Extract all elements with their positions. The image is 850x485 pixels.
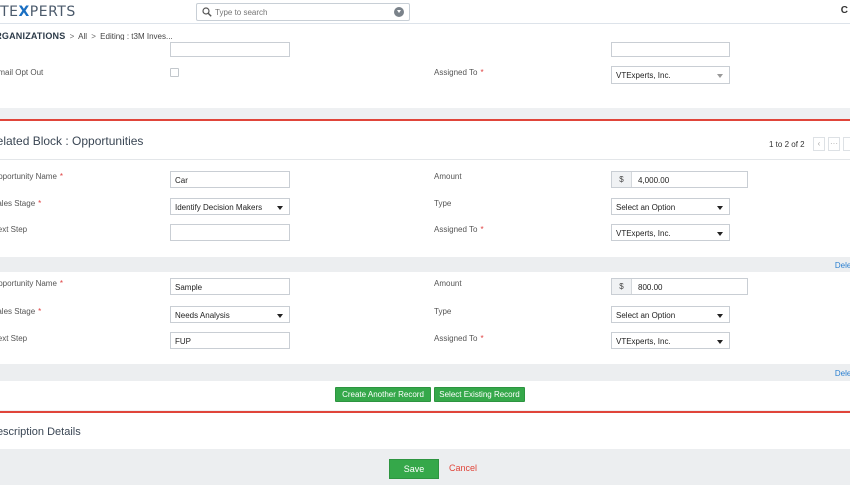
next-step-label: Next Step: [0, 334, 28, 343]
assigned-to-select[interactable]: VTExperts, Inc.: [611, 66, 730, 84]
description-title: Description Details: [0, 426, 81, 438]
top-navigation-bar: VTEXPERTS C: [0, 0, 850, 24]
partial-text-field-left[interactable]: [170, 42, 290, 57]
pagination-prev-button[interactable]: ‹: [813, 137, 825, 151]
assigned-to-select[interactable]: VTExperts, Inc.: [611, 224, 730, 241]
pagination-info: 1 to 2 of 2: [769, 140, 805, 149]
chevron-down-icon: [717, 206, 723, 210]
next-step-input[interactable]: FUP: [170, 332, 290, 349]
related-block-header: Related Block : Opportunities 1 to 2 of …: [0, 121, 850, 159]
chevron-down-icon: [717, 232, 723, 236]
related-block-title: Related Block : Opportunities: [0, 134, 144, 148]
chevron-down-icon: [717, 340, 723, 344]
delete-record-link[interactable]: Delete: [835, 261, 850, 270]
opportunity-name-label: Opportunity Name*: [0, 172, 64, 181]
type-label: Type: [434, 199, 452, 208]
search-options-dropdown-icon[interactable]: [394, 7, 404, 17]
type-select[interactable]: Select an Option: [611, 306, 730, 323]
opportunity-name-label: Opportunity Name*: [0, 279, 64, 288]
save-button[interactable]: Save: [389, 459, 439, 479]
sales-stage-label: Sales Stage*: [0, 199, 42, 208]
sales-stage-label: Sales Stage*: [0, 307, 42, 316]
opportunity-record-2: Opportunity Name* Sample Amount $ 800.00…: [0, 272, 850, 364]
sales-stage-select[interactable]: Needs Analysis: [170, 306, 290, 323]
organization-details-section: Email Opt Out Assigned To* VTExperts, In…: [0, 40, 850, 108]
pagination-next-button[interactable]: [843, 137, 850, 151]
select-existing-record-button[interactable]: Select Existing Record: [434, 387, 525, 402]
delete-record-link[interactable]: Delete: [835, 369, 850, 378]
cancel-link[interactable]: Cancel: [449, 463, 477, 473]
next-step-input[interactable]: [170, 224, 290, 241]
next-step-label: Next Step: [0, 225, 28, 234]
pagination-more-button[interactable]: ···: [828, 137, 840, 151]
chevron-down-icon: [717, 314, 723, 318]
opportunity-name-input[interactable]: Sample: [170, 278, 290, 295]
amount-value: 4,000.00: [638, 176, 670, 185]
currency-symbol: $: [612, 172, 632, 187]
search-input[interactable]: [215, 6, 385, 18]
chevron-down-icon: [717, 74, 723, 78]
opportunity-name-input[interactable]: Car: [170, 171, 290, 188]
assigned-to-label: Assigned To *: [434, 334, 484, 343]
sales-stage-select[interactable]: Identify Decision Makers: [170, 198, 290, 215]
description-section: Description Details: [0, 413, 850, 449]
amount-label: Amount: [434, 279, 462, 288]
email-opt-out-label: Email Opt Out: [0, 68, 44, 77]
vtexperts-logo[interactable]: VTEXPERTS: [0, 4, 76, 20]
create-another-record-button[interactable]: Create Another Record: [335, 387, 431, 402]
amount-input[interactable]: $ 800.00: [611, 278, 748, 295]
amount-label: Amount: [434, 172, 462, 181]
amount-value: 800.00: [638, 283, 663, 292]
assigned-to-select[interactable]: VTExperts, Inc.: [611, 332, 730, 349]
record-delete-bar: Delete: [0, 364, 850, 381]
record-delete-bar: Delete: [0, 257, 850, 272]
chevron-down-icon: [277, 314, 283, 318]
search-icon: [202, 7, 212, 17]
currency-symbol: $: [612, 279, 632, 294]
amount-input[interactable]: $ 4,000.00: [611, 171, 748, 188]
global-search-box[interactable]: [196, 3, 410, 21]
type-select[interactable]: Select an Option: [611, 198, 730, 215]
user-menu-glyph[interactable]: C: [841, 5, 848, 16]
assigned-to-label: Assigned To *: [434, 68, 484, 77]
opportunity-record-1: Opportunity Name* Car Amount $ 4,000.00 …: [0, 160, 850, 257]
assigned-to-label: Assigned To *: [434, 225, 484, 234]
partial-text-field-right[interactable]: [611, 42, 730, 57]
related-block-actions: Create Another Record Select Existing Re…: [0, 381, 850, 410]
email-opt-out-checkbox[interactable]: [170, 68, 179, 77]
type-label: Type: [434, 307, 452, 316]
chevron-down-icon: [277, 206, 283, 210]
